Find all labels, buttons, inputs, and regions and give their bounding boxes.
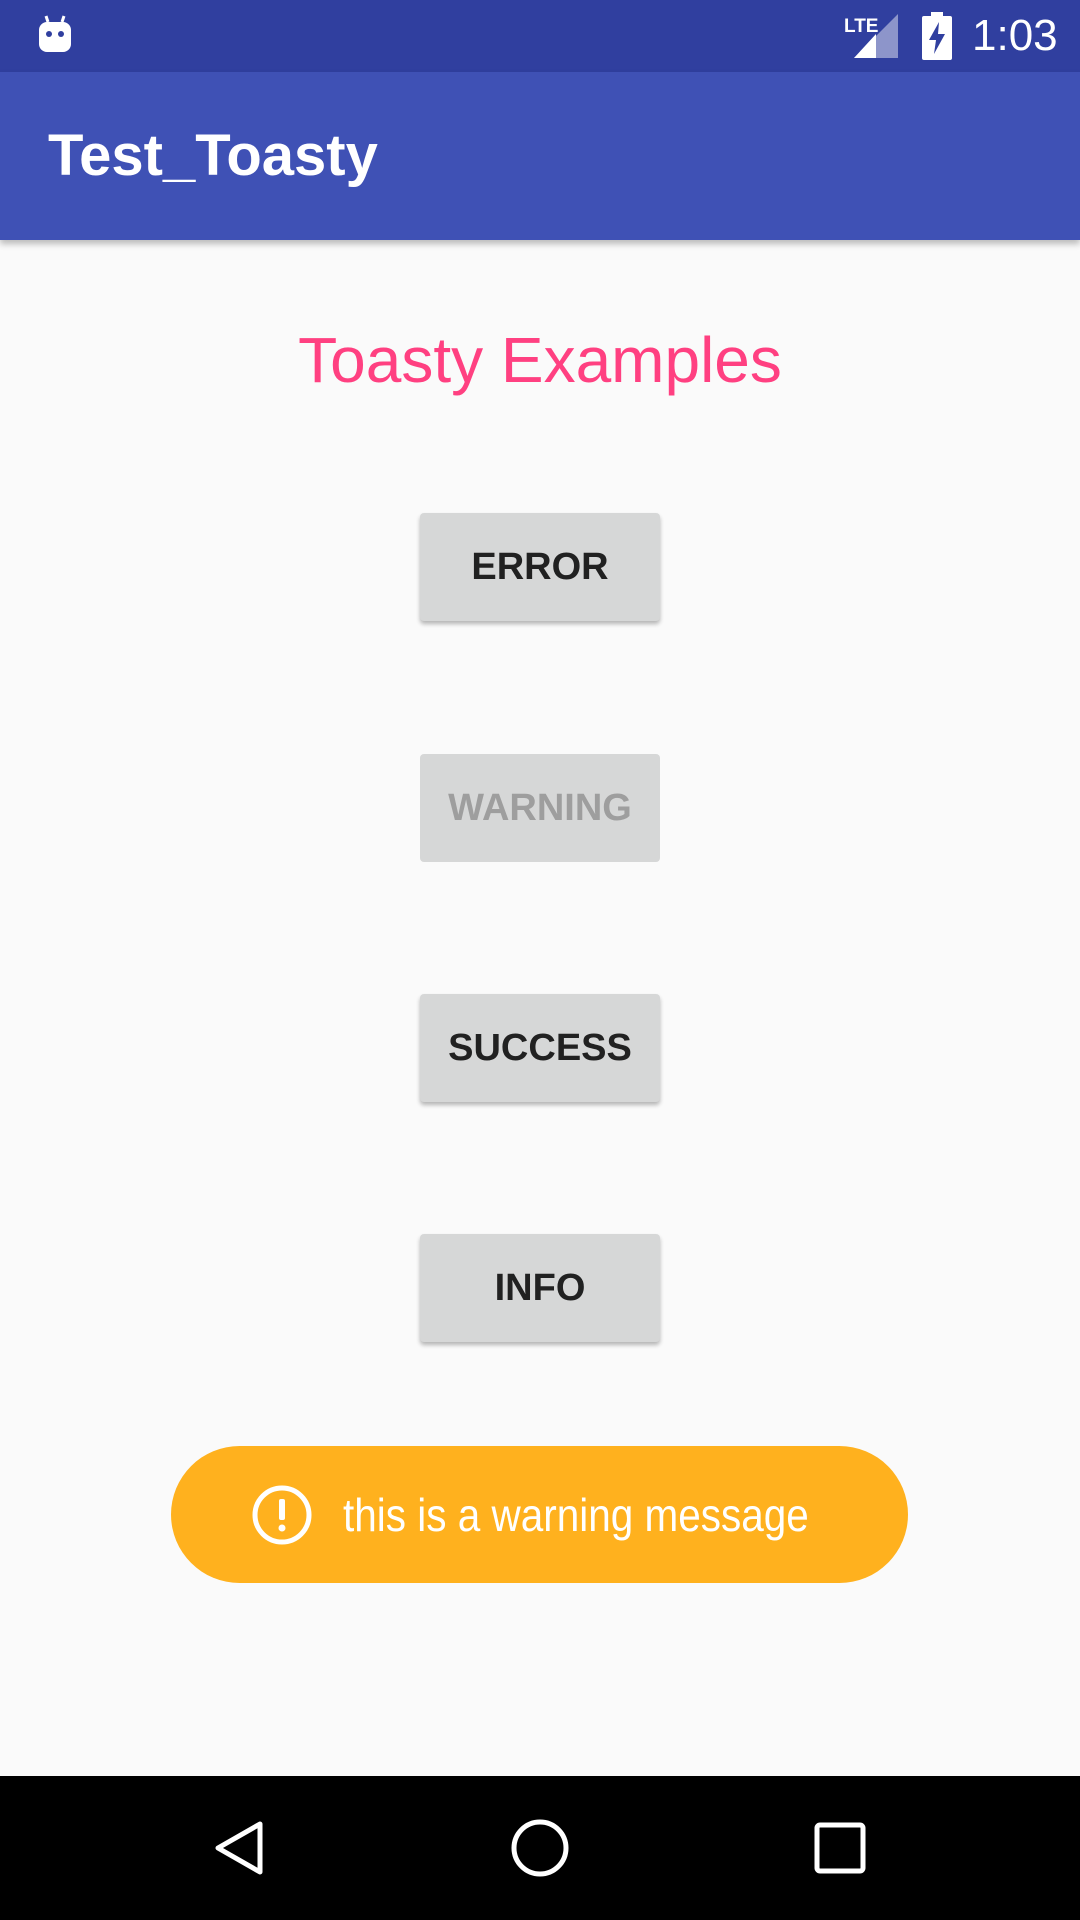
home-button[interactable] — [490, 1798, 590, 1898]
navigation-bar — [0, 1776, 1080, 1920]
warning-toast: this is a warning message — [171, 1446, 908, 1583]
status-clock: 1:03 — [972, 11, 1058, 60]
home-icon — [511, 1819, 569, 1877]
status-bar: LTE 1:03 — [0, 0, 1080, 72]
recents-icon — [814, 1822, 866, 1874]
lte-signal-icon: LTE — [844, 14, 898, 58]
error-button[interactable]: ERROR — [420, 513, 660, 621]
exclamation-circle-icon — [252, 1485, 312, 1545]
info-button[interactable]: INFO — [420, 1234, 660, 1342]
recents-button[interactable] — [790, 1798, 890, 1898]
lte-label: LTE — [844, 16, 878, 37]
android-notification-icon — [39, 15, 71, 52]
app-title: Test_Toasty — [48, 123, 378, 188]
battery-charging-icon — [922, 12, 952, 60]
app-bar: Test_Toasty — [0, 72, 1080, 240]
warning-button[interactable]: WARNING — [420, 754, 660, 862]
back-icon — [215, 1821, 263, 1875]
page-heading: Toasty Examples — [298, 324, 782, 396]
toast-message: this is a warning message — [343, 1489, 809, 1541]
success-button[interactable]: SUCCESS — [420, 994, 660, 1102]
back-button[interactable] — [190, 1798, 290, 1898]
